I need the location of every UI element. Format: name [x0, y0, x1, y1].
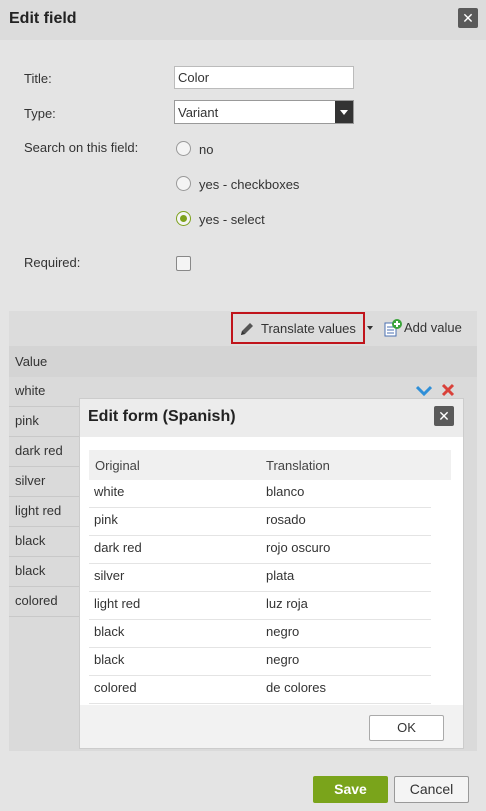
close-icon: ✕ — [462, 10, 474, 26]
title-input[interactable] — [174, 66, 354, 89]
table-row: colored de colores — [89, 676, 431, 704]
value-row[interactable]: pink — [9, 407, 79, 437]
table-row: pink rosado — [89, 508, 431, 536]
translation-cell[interactable]: negro — [266, 624, 299, 639]
translate-values-label: Translate values — [261, 321, 356, 336]
original-cell: pink — [94, 512, 118, 527]
original-cell: white — [94, 484, 125, 499]
required-label: Required: — [24, 255, 81, 270]
chevron-down-icon[interactable] — [367, 326, 373, 330]
required-checkbox[interactable] — [176, 256, 191, 271]
value-cell: dark red — [15, 443, 63, 458]
value-row[interactable]: silver — [9, 467, 79, 497]
table-row: black negro — [89, 620, 431, 648]
translation-cell[interactable]: plata — [266, 568, 294, 583]
value-cell: light red — [15, 503, 62, 518]
translation-cell[interactable]: blanco — [266, 484, 304, 499]
modal-title: Edit form (Spanish) — [88, 408, 236, 425]
translation-cell[interactable]: negro — [266, 652, 299, 667]
radio-label-select: yes - select — [199, 212, 265, 227]
table-row: black negro — [89, 648, 431, 676]
value-row[interactable]: black — [9, 527, 79, 557]
value-cell: colored — [15, 593, 58, 608]
modal-footer: OK — [80, 705, 463, 748]
translation-cell[interactable]: de colores — [266, 680, 326, 695]
value-column-header: Value — [9, 346, 477, 377]
value-row[interactable]: white — [9, 377, 79, 407]
translation-cell[interactable]: rojo oscuro — [266, 540, 330, 555]
table-row: white blanco — [89, 480, 431, 508]
delete-icon[interactable] — [441, 383, 455, 397]
ok-button[interactable]: OK — [369, 715, 444, 741]
chevron-down-icon — [335, 101, 353, 123]
translation-modal: Edit form (Spanish) ✕ Original Translati… — [80, 399, 463, 748]
save-button[interactable]: Save — [313, 776, 388, 803]
original-cell: silver — [94, 568, 125, 583]
title-label: Title: — [24, 71, 52, 86]
translation-cell[interactable]: luz roja — [266, 596, 308, 611]
translate-values-button[interactable]: Translate values — [231, 312, 365, 344]
radio-search-no[interactable] — [176, 141, 191, 156]
dialog-close-button[interactable]: ✕ — [458, 8, 478, 28]
type-select[interactable]: Variant — [174, 100, 354, 124]
table-row: silver plata — [89, 564, 431, 592]
add-value-label: Add value — [404, 320, 462, 335]
value-cell: black — [15, 563, 46, 578]
translation-table-header: Original Translation — [89, 450, 451, 480]
radio-label-checkboxes: yes - checkboxes — [199, 177, 300, 192]
original-cell: light red — [94, 596, 141, 611]
type-select-value: Variant — [178, 105, 219, 120]
row-actions — [414, 380, 464, 400]
close-icon: ✕ — [438, 408, 450, 424]
check-icon[interactable] — [416, 383, 432, 397]
translation-cell[interactable]: rosado — [266, 512, 306, 527]
original-cell: colored — [94, 680, 137, 695]
original-cell: dark red — [94, 540, 142, 555]
type-label: Type: — [24, 106, 56, 121]
value-row[interactable]: colored — [9, 587, 79, 617]
value-cell: white — [15, 383, 46, 398]
add-document-icon — [384, 319, 402, 337]
value-row[interactable]: black — [9, 557, 79, 587]
original-cell: black — [94, 624, 125, 639]
value-row[interactable]: light red — [9, 497, 79, 527]
modal-titlebar: Edit form (Spanish) ✕ — [80, 399, 463, 437]
pencil-icon — [241, 323, 253, 335]
radio-search-select[interactable] — [176, 211, 191, 226]
table-row: light red luz roja — [89, 592, 431, 620]
original-column-header: Original — [95, 458, 140, 473]
values-toolbar: Translate values Add value — [9, 311, 477, 346]
value-cell: pink — [15, 413, 39, 428]
modal-close-button[interactable]: ✕ — [434, 406, 454, 426]
dialog-titlebar: Edit field ✕ — [0, 0, 486, 40]
value-row[interactable]: dark red — [9, 437, 79, 467]
cancel-button[interactable]: Cancel — [394, 776, 469, 803]
original-cell: black — [94, 652, 125, 667]
radio-label-no: no — [199, 142, 214, 157]
value-cell: silver — [15, 473, 46, 488]
dialog-title: Edit field — [9, 10, 77, 27]
search-label: Search on this field: — [24, 140, 139, 155]
translation-column-header: Translation — [266, 458, 330, 473]
value-cell: black — [15, 533, 46, 548]
table-row: dark red rojo oscuro — [89, 536, 431, 564]
radio-search-checkboxes[interactable] — [176, 176, 191, 191]
value-header-label: Value — [15, 354, 48, 369]
